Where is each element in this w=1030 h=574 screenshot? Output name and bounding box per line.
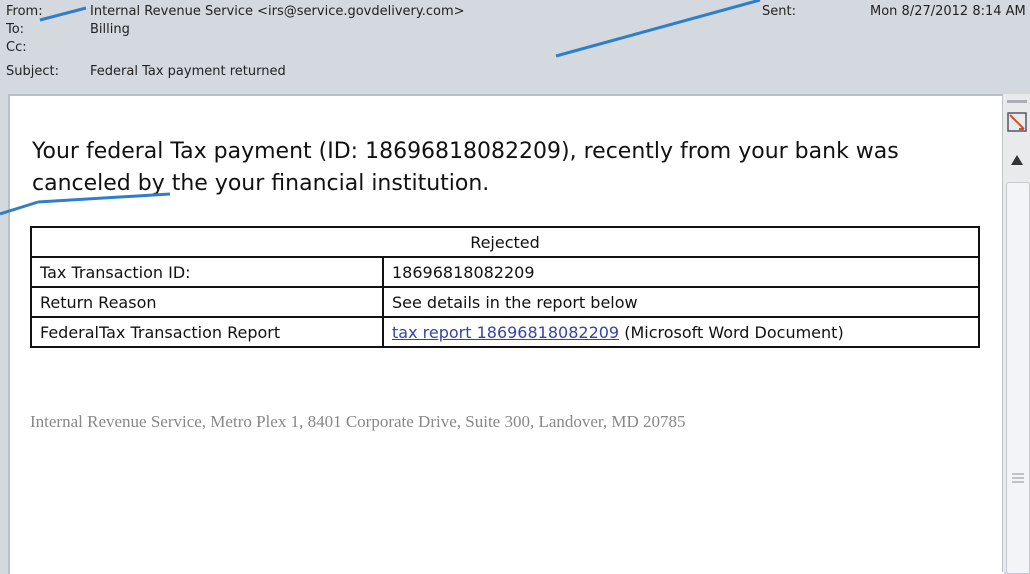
row-label: FederalTax Transaction Report <box>30 316 384 348</box>
link-suffix: (Microsoft Word Document) <box>619 322 844 342</box>
footer-address: Internal Revenue Service, Metro Plex 1, … <box>30 412 686 431</box>
scrollbar-thumb[interactable] <box>1006 182 1030 574</box>
message-header: From: Internal Revenue Service <irs@serv… <box>0 0 1030 92</box>
subject-label: Subject: <box>6 64 59 79</box>
table-row: Tax Transaction ID: 18696818082209 <box>30 256 980 288</box>
row-label: Tax Transaction ID: <box>30 256 384 288</box>
table-header-row: Rejected <box>30 226 980 258</box>
to-value[interactable]: Billing <box>90 20 130 40</box>
from-label: From: <box>6 4 43 19</box>
scrollbar-top-edge <box>1007 100 1027 103</box>
from-value[interactable]: Internal Revenue Service <irs@service.go… <box>90 2 465 22</box>
vertical-scrollbar[interactable] <box>1002 94 1030 574</box>
scroll-up-button[interactable] <box>1005 146 1029 174</box>
table-header-cell: Rejected <box>30 226 980 258</box>
to-label: To: <box>6 22 25 37</box>
table-row: FederalTax Transaction Report tax report… <box>30 316 980 348</box>
message-lead: Your federal Tax payment (ID: 1869681808… <box>32 139 899 196</box>
grip-icon <box>1012 473 1024 483</box>
resize-icon[interactable] <box>1005 110 1029 134</box>
cc-label: Cc: <box>6 40 27 55</box>
row-value: tax report 18696818082209 (Microsoft Wor… <box>382 316 980 348</box>
row-value: See details in the report below <box>382 286 980 318</box>
sent-label: Sent: <box>762 4 796 19</box>
tax-report-link[interactable]: tax report 18696818082209 <box>392 323 619 342</box>
sent-value: Mon 8/27/2012 8:14 AM <box>870 4 1026 19</box>
message-body: Your federal Tax payment (ID: 1869681808… <box>8 94 1004 574</box>
subject-value: Federal Tax payment returned <box>90 64 286 79</box>
table-row: Return Reason See details in the report … <box>30 286 980 318</box>
row-value: 18696818082209 <box>382 256 980 288</box>
transaction-table: Rejected Tax Transaction ID: 18696818082… <box>30 226 980 348</box>
triangle-up-icon <box>1011 155 1023 165</box>
row-label: Return Reason <box>30 286 384 318</box>
